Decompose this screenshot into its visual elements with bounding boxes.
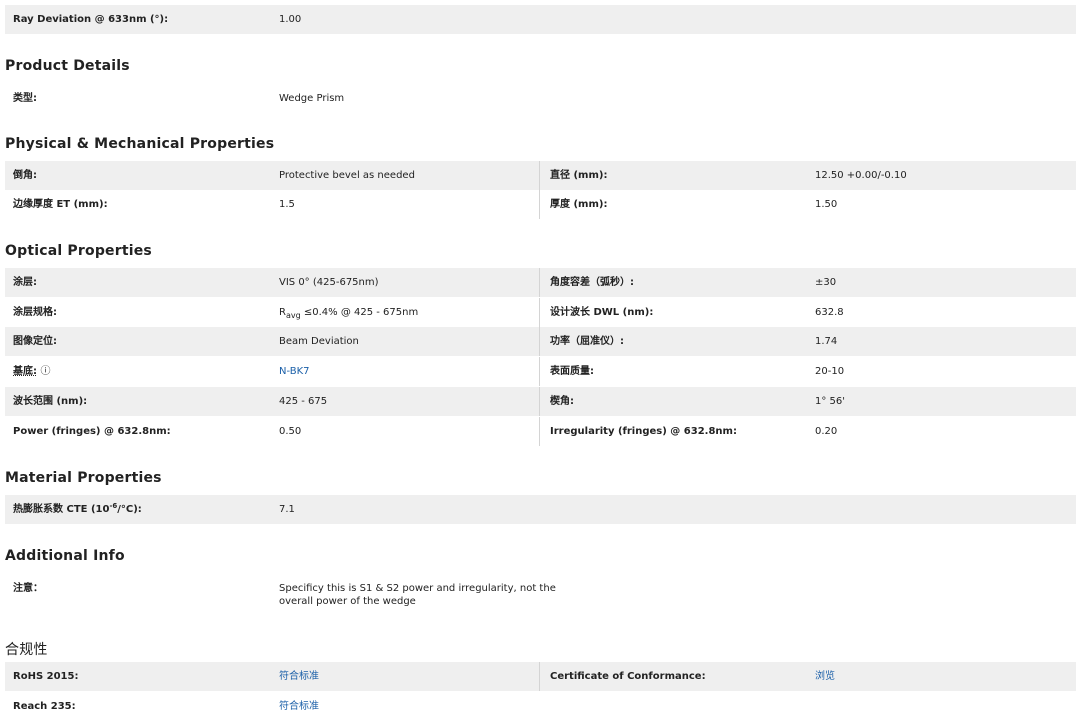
spec-label: 设计波长 DWL (nm):	[550, 307, 654, 318]
note-value: Specificy this is S1 & S2 power and irre…	[279, 582, 556, 608]
spec-label: Certificate of Conformance:	[550, 671, 706, 682]
spec-value: 0.20	[815, 426, 838, 437]
spec-label: 厚度 (mm):	[550, 199, 608, 210]
spec-value: 0.50	[279, 426, 302, 437]
spec-row-reach: Reach 235: 符合标准	[5, 692, 1076, 721]
spec-label: 涂层:	[13, 277, 37, 288]
note-line-2: overall power of the wedge	[279, 596, 416, 607]
spec-label: 基底: ⓘ	[13, 357, 50, 386]
spec-row-ray-deviation: Ray Deviation @ 633nm (°): 1.00	[5, 5, 1076, 34]
info-icon[interactable]: ⓘ	[40, 366, 50, 377]
column-divider	[539, 387, 540, 416]
r-subscript: avg	[285, 311, 301, 320]
spec-row-cte: 热膨胀系数 CTE (10-6/°C): 7.1	[5, 495, 1076, 524]
spec-label: 波长范围 (nm):	[13, 396, 88, 407]
spec-label: 类型:	[13, 93, 37, 104]
substrate-label[interactable]: 基底:	[13, 366, 37, 377]
section-title-material: Material Properties	[5, 470, 162, 486]
spec-label: 表面质量:	[550, 366, 594, 377]
spec-row-substrate: 基底: ⓘ N-BK7 表面质量: 20-10	[5, 357, 1076, 386]
spec-value: VIS 0° (425-675nm)	[279, 277, 379, 288]
spec-value: 1.74	[815, 336, 838, 347]
spec-label: 直径 (mm):	[550, 170, 608, 181]
note-line-1: Specificy this is S1 & S2 power and irre…	[279, 583, 556, 594]
spec-label: 楔角:	[550, 396, 574, 407]
spec-row-rohs: RoHS 2015: 符合标准 Certificate of Conforman…	[5, 662, 1076, 691]
spec-value: 12.50 +0.00/-0.10	[815, 170, 907, 181]
spec-value: Ravg ≤0.4% @ 425 - 675nm	[279, 298, 418, 327]
cte-label-post: /°C):	[117, 504, 142, 515]
reach-link[interactable]: 符合标准	[279, 692, 319, 721]
section-title-product-details: Product Details	[5, 58, 130, 74]
spec-value: 1.5	[279, 199, 295, 210]
spec-value: 632.8	[815, 307, 844, 318]
r-symbol: R	[279, 307, 286, 318]
column-divider	[539, 298, 540, 327]
spec-row-type: 类型: Wedge Prism	[5, 84, 1076, 113]
spec-value: ±30	[815, 277, 837, 288]
spec-row-coating: 涂层: VIS 0° (425-675nm) 角度容差（弧秒）: ±30	[5, 268, 1076, 297]
spec-row-coating-spec: 涂层规格: Ravg ≤0.4% @ 425 - 675nm 设计波长 DWL …	[5, 298, 1076, 327]
spec-row-edge-thickness: 边缘厚度 ET (mm): 1.5 厚度 (mm): 1.50	[5, 190, 1076, 219]
spec-label: 角度容差（弧秒）:	[550, 277, 634, 288]
spec-label: Reach 235:	[13, 701, 76, 712]
spec-row-image-orientation: 图像定位: Beam Deviation 功率（屈准仪）: 1.74	[5, 327, 1076, 356]
coating-spec-text: ≤0.4% @ 425 - 675nm	[300, 307, 419, 318]
section-title-compliance: 合规性	[5, 642, 48, 658]
spec-value: 20-10	[815, 366, 845, 377]
spec-value: Wedge Prism	[279, 93, 345, 104]
spec-value: 7.1	[279, 504, 295, 515]
spec-value: 1.00	[279, 14, 302, 25]
spec-label: Ray Deviation @ 633nm (°):	[13, 14, 169, 25]
column-divider	[539, 417, 540, 446]
column-divider	[539, 190, 540, 219]
column-divider	[539, 662, 540, 691]
spec-row-note: 注意： Specificy this is S1 & S2 power and …	[5, 574, 1076, 614]
section-title-additional: Additional Info	[5, 548, 125, 564]
section-title-physical: Physical & Mechanical Properties	[5, 136, 275, 152]
spec-row-fringes: Power (fringes) @ 632.8nm: 0.50 Irregula…	[5, 417, 1076, 446]
column-divider	[539, 357, 540, 386]
spec-value: 1° 56'	[815, 396, 846, 407]
section-title-optical: Optical Properties	[5, 243, 152, 259]
spec-label: 图像定位:	[13, 336, 57, 347]
spec-label: 功率（屈准仪）:	[550, 336, 624, 347]
spec-label: RoHS 2015:	[13, 671, 79, 682]
column-divider	[539, 161, 540, 190]
column-divider	[539, 268, 540, 297]
spec-value: 1.50	[815, 199, 838, 210]
cte-label-pre: 热膨胀系数 CTE (10	[13, 504, 110, 515]
column-divider	[539, 327, 540, 356]
spec-label: Irregularity (fringes) @ 632.8nm:	[550, 426, 737, 437]
coc-view-link[interactable]: 浏览	[815, 662, 835, 691]
spec-label: 涂层规格:	[13, 307, 57, 318]
spec-value: Protective bevel as needed	[279, 170, 415, 181]
spec-label: 注意：	[13, 583, 43, 594]
spec-label: Power (fringes) @ 632.8nm:	[13, 426, 171, 437]
spec-value: Beam Deviation	[279, 336, 359, 347]
substrate-link[interactable]: N-BK7	[279, 357, 310, 386]
spec-label: 倒角:	[13, 170, 37, 181]
rohs-link[interactable]: 符合标准	[279, 662, 319, 691]
spec-row-bevel-diameter: 倒角: Protective bevel as needed 直径 (mm): …	[5, 161, 1076, 190]
spec-label: 边缘厚度 ET (mm):	[13, 199, 108, 210]
spec-label: 热膨胀系数 CTE (10-6/°C):	[13, 495, 142, 524]
spec-row-wavelength: 波长范围 (nm): 425 - 675 楔角: 1° 56'	[5, 387, 1076, 416]
spec-value: 425 - 675	[279, 396, 328, 407]
